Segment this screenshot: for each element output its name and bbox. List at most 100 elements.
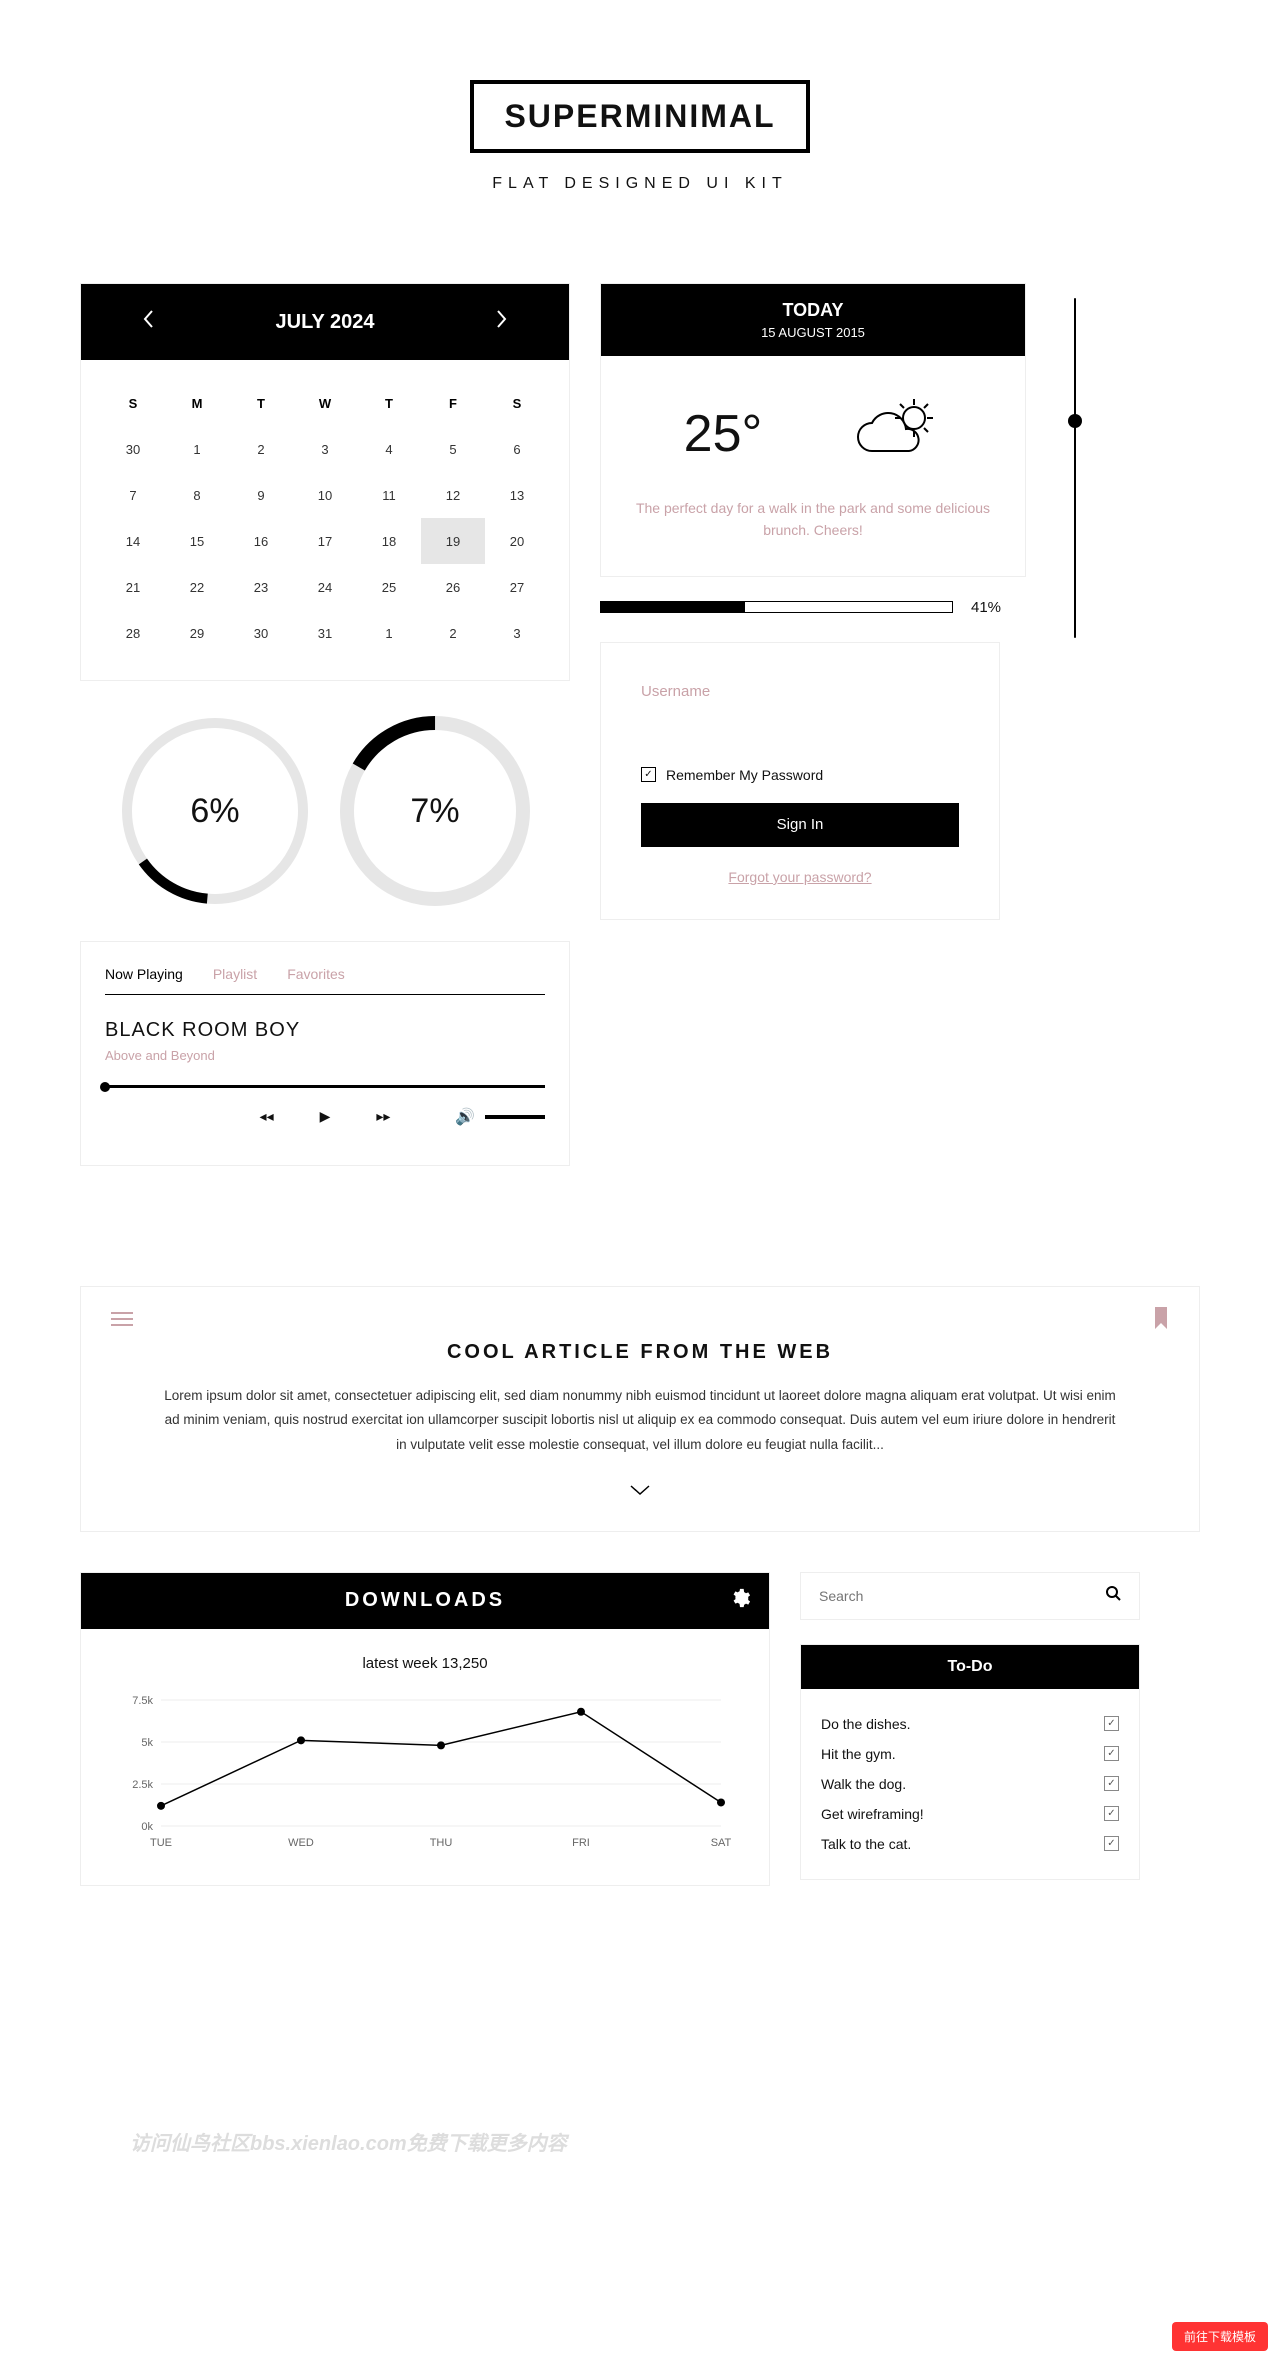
calendar-day[interactable]: 2 — [229, 426, 293, 472]
calendar-day[interactable]: 3 — [293, 426, 357, 472]
todo-item[interactable]: Get wireframing! ✓ — [821, 1799, 1119, 1829]
gear-icon[interactable] — [729, 1587, 751, 1615]
player-tab[interactable]: Favorites — [287, 966, 345, 982]
watermark-text: 访问仙鸟社区bbs.xienlao.com免费下载更多内容 — [130, 2127, 567, 2156]
checkbox-icon[interactable]: ✓ — [641, 767, 656, 782]
checkbox-icon[interactable]: ✓ — [1104, 1836, 1119, 1851]
calendar-day[interactable]: 27 — [485, 564, 549, 610]
todo-item[interactable]: Hit the gym. ✓ — [821, 1739, 1119, 1769]
search-icon[interactable] — [1105, 1585, 1121, 1606]
calendar-day[interactable]: 2 — [421, 610, 485, 656]
svg-text:FRI: FRI — [572, 1837, 590, 1849]
progress-label: 41% — [971, 599, 1026, 616]
expand-icon[interactable] — [161, 1483, 1119, 1501]
slider-thumb[interactable] — [1068, 414, 1082, 428]
calendar-day[interactable]: 7 — [101, 472, 165, 518]
svg-text:2.5k: 2.5k — [132, 1779, 153, 1791]
vertical-slider[interactable] — [1060, 283, 1090, 653]
downloads-chart: 0k2.5k5k7.5kTUEWEDTHUFRISAT — [111, 1690, 731, 1850]
calendar-day[interactable]: 4 — [357, 426, 421, 472]
svg-text:0k: 0k — [141, 1821, 153, 1833]
weather-widget: TODAY 15 AUGUST 2015 25° — [600, 283, 1026, 577]
calendar-day[interactable]: 21 — [101, 564, 165, 610]
checkbox-icon[interactable]: ✓ — [1104, 1746, 1119, 1761]
calendar-dow: T — [229, 380, 293, 426]
calendar-day[interactable]: 19 — [421, 518, 485, 564]
calendar-dow: F — [421, 380, 485, 426]
calendar-next-icon[interactable] — [495, 309, 509, 335]
downloads-widget: DOWNLOADS latest week 13,250 0k 2.5k 5k 7.5… — [80, 1572, 770, 1886]
calendar-day[interactable]: 22 — [165, 564, 229, 610]
search-box[interactable] — [800, 1572, 1140, 1620]
forgot-password-link[interactable]: Forgot your password? — [641, 869, 959, 885]
calendar-dow: S — [485, 380, 549, 426]
remember-checkbox[interactable]: ✓ Remember My Password — [641, 767, 959, 783]
article-body: Lorem ipsum dolor sit amet, consectetuer… — [161, 1384, 1119, 1457]
username-input[interactable] — [641, 677, 959, 707]
article-card: COOL ARTICLE FROM THE WEB Lorem ipsum do… — [80, 1286, 1200, 1532]
progress-bar[interactable] — [600, 601, 953, 613]
calendar-day[interactable]: 8 — [165, 472, 229, 518]
calendar-day[interactable]: 13 — [485, 472, 549, 518]
calendar-dow: T — [357, 380, 421, 426]
bookmark-icon[interactable] — [1153, 1307, 1169, 1334]
calendar-day[interactable]: 9 — [229, 472, 293, 518]
calendar-day[interactable]: 17 — [293, 518, 357, 564]
download-template-button[interactable]: 前往下载模板 — [1172, 2322, 1268, 2351]
calendar-day[interactable]: 23 — [229, 564, 293, 610]
seek-bar[interactable] — [105, 1085, 545, 1088]
calendar-day[interactable]: 18 — [357, 518, 421, 564]
search-input[interactable] — [819, 1588, 1105, 1604]
downloads-caption: latest week 13,250 — [111, 1655, 739, 1672]
todo-item[interactable]: Do the dishes. ✓ — [821, 1709, 1119, 1739]
svg-text:5k: 5k — [141, 1737, 153, 1749]
gauge-label: 6% — [115, 711, 315, 911]
calendar-day[interactable]: 28 — [101, 610, 165, 656]
player-tab[interactable]: Playlist — [213, 966, 257, 982]
calendar-dow: M — [165, 380, 229, 426]
calendar-day[interactable]: 31 — [293, 610, 357, 656]
calendar-day[interactable]: 1 — [165, 426, 229, 472]
calendar-day[interactable]: 3 — [485, 610, 549, 656]
prev-track-icon[interactable]: ◂◂ — [260, 1108, 274, 1125]
checkbox-icon[interactable]: ✓ — [1104, 1806, 1119, 1821]
calendar-day[interactable]: 6 — [485, 426, 549, 472]
todo-text: Do the dishes. — [821, 1716, 911, 1732]
todo-item[interactable]: Walk the dog. ✓ — [821, 1769, 1119, 1799]
calendar-day[interactable]: 11 — [357, 472, 421, 518]
weather-text: The perfect day for a walk in the park a… — [631, 497, 995, 542]
signin-button[interactable]: Sign In — [641, 803, 959, 847]
play-icon[interactable]: ▶ — [320, 1108, 331, 1125]
todo-title: To-Do — [801, 1645, 1139, 1689]
volume-icon[interactable]: 🔊 — [455, 1107, 475, 1127]
svg-text:7.5k: 7.5k — [132, 1695, 153, 1707]
calendar-day[interactable]: 1 — [357, 610, 421, 656]
checkbox-icon[interactable]: ✓ — [1104, 1776, 1119, 1791]
todo-item[interactable]: Talk to the cat. ✓ — [821, 1829, 1119, 1859]
calendar-day[interactable]: 30 — [101, 426, 165, 472]
gauge-label: 7% — [335, 711, 535, 911]
calendar-day[interactable]: 30 — [229, 610, 293, 656]
svg-text:THU: THU — [430, 1837, 453, 1849]
calendar-day[interactable]: 24 — [293, 564, 357, 610]
next-track-icon[interactable]: ▸▸ — [376, 1108, 390, 1125]
checkbox-icon[interactable]: ✓ — [1104, 1716, 1119, 1731]
volume-slider[interactable] — [485, 1115, 545, 1119]
calendar-day[interactable]: 25 — [357, 564, 421, 610]
todo-text: Talk to the cat. — [821, 1836, 911, 1852]
svg-text:TUE: TUE — [150, 1837, 172, 1849]
calendar-day[interactable]: 29 — [165, 610, 229, 656]
calendar-day[interactable]: 26 — [421, 564, 485, 610]
hamburger-icon[interactable] — [111, 1311, 133, 1332]
player-tab[interactable]: Now Playing — [105, 966, 183, 982]
calendar-day[interactable]: 16 — [229, 518, 293, 564]
calendar-day[interactable]: 15 — [165, 518, 229, 564]
calendar-day[interactable]: 12 — [421, 472, 485, 518]
calendar-day[interactable]: 5 — [421, 426, 485, 472]
calendar-day[interactable]: 10 — [293, 472, 357, 518]
calendar-prev-icon[interactable] — [141, 309, 155, 335]
calendar-day[interactable]: 20 — [485, 518, 549, 564]
calendar-day[interactable]: 14 — [101, 518, 165, 564]
calendar-widget: JULY 2024 SMTWTFS30123456789101112131415… — [80, 283, 570, 681]
downloads-title: DOWNLOADS — [345, 1589, 505, 1612]
